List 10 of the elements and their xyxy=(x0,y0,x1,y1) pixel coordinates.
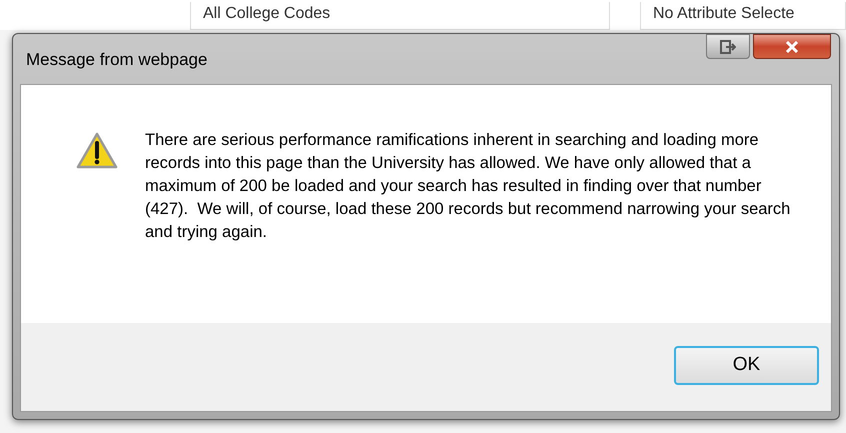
window-title: Message from webpage xyxy=(26,49,208,71)
ok-button[interactable]: OK xyxy=(674,346,819,385)
close-icon xyxy=(785,40,799,52)
background-field[interactable]: No Attribute Selecte xyxy=(640,2,846,30)
background-field[interactable]: All College Codes xyxy=(190,2,610,30)
close-button[interactable] xyxy=(753,34,831,59)
restore-button[interactable] xyxy=(706,34,750,59)
exit-icon xyxy=(720,40,736,54)
message-text: There are serious performance ramifications inherent in searching and loading more records into this page than the University has allowed. We have only allowed that a maximum of 200 be loaded and your search has resulted in finding over that number (427). We will, of course, load these 200 records but recommend narrowing your search and trying again. xyxy=(145,130,792,243)
warning-icon xyxy=(76,132,118,170)
